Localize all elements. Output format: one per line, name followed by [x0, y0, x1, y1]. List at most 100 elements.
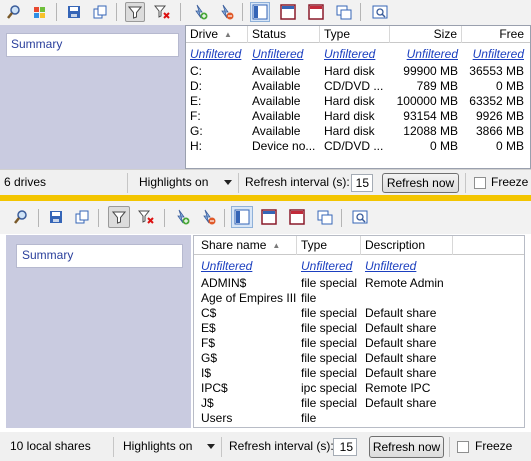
clear-filter-icon[interactable] [152, 2, 172, 22]
description-cell: Default share [365, 366, 437, 380]
table-row[interactable]: F: Available Hard disk 93154 MB 9926 MB [186, 109, 528, 124]
column-header-free[interactable]: Free [462, 26, 528, 43]
description-cell [361, 291, 471, 306]
refresh-now-button[interactable]: Refresh now [369, 436, 444, 458]
table-row[interactable]: C$ file special Default share [194, 306, 471, 321]
table-row[interactable]: C: Available Hard disk 99900 MB 36553 MB [186, 64, 528, 79]
size-cell: 789 MB [416, 79, 458, 93]
copy-icon[interactable] [72, 207, 92, 227]
view-split-icon[interactable] [306, 2, 326, 22]
filter-icon[interactable] [125, 2, 145, 22]
column-header-drive[interactable]: Drive ▲ [186, 26, 248, 43]
properties-icon[interactable] [350, 207, 370, 227]
table-row[interactable]: Age of Empires III file [194, 291, 471, 306]
clear-filter-icon[interactable] [136, 207, 156, 227]
filter-link[interactable]: Unfiltered [297, 259, 361, 274]
shares-sidebar: Summary [6, 235, 191, 428]
chevron-down-icon[interactable] [207, 444, 215, 449]
table-header: Share name ▲ Type Description [194, 236, 524, 255]
refresh-interval-input[interactable]: 15 [333, 438, 357, 456]
status-cell: Available [252, 79, 301, 93]
sort-ascending-icon: ▲ [224, 30, 232, 39]
drive-cell: F: [190, 109, 201, 123]
window-icon[interactable] [334, 2, 354, 22]
table-row[interactable]: H: Device no... CD/DVD ... 0 MB 0 MB [186, 139, 528, 154]
share-name-cell: F$ [201, 336, 216, 350]
shares-pane: Summary Share name ▲ Type Description Unf… [0, 201, 531, 461]
view-sidebar-icon[interactable] [231, 206, 253, 228]
highlights-dropdown[interactable]: Highlights on [139, 170, 208, 196]
table-row[interactable]: G: Available Hard disk 12088 MB 3866 MB [186, 124, 528, 139]
filter-link[interactable]: Unfiltered [320, 47, 390, 62]
table-row[interactable]: E: Available Hard disk 100000 MB 63352 M… [186, 94, 528, 109]
remove-highlight-icon[interactable] [198, 207, 218, 227]
filter-link[interactable]: Unfiltered [194, 259, 297, 274]
column-header-size[interactable]: Size [390, 26, 462, 43]
filter-link[interactable]: Unfiltered [390, 47, 462, 62]
filter-link[interactable]: Unfiltered [462, 47, 528, 62]
status-cell: Available [252, 109, 301, 123]
description-cell: Default share [365, 336, 437, 350]
table-header: Drive ▲ Status Type Size Free [186, 26, 530, 43]
filter-link[interactable]: Unfiltered [361, 259, 453, 274]
summary-panel[interactable]: Summary [6, 33, 179, 57]
drive-cell: D: [190, 79, 202, 93]
share-name-cell: E$ [201, 321, 216, 335]
freeze-checkbox[interactable] [474, 177, 486, 189]
drive-cell: G: [190, 124, 203, 138]
view-single-icon[interactable] [259, 207, 279, 227]
type-cell: file special [301, 366, 358, 380]
add-highlight-icon[interactable] [190, 2, 210, 22]
description-cell: Remote IPC [365, 381, 431, 395]
type-cell: file special [301, 276, 358, 290]
drive-cell: H: [190, 139, 202, 153]
status-cell: Device no... [252, 139, 316, 153]
properties-icon[interactable] [370, 2, 390, 22]
view-split-icon[interactable] [287, 207, 307, 227]
refresh-interval-label: Refresh interval (s): [245, 175, 350, 189]
shares-status-bar: 10 local shares Highlights on Refresh in… [0, 432, 531, 461]
description-cell: Default share [365, 351, 437, 365]
highlights-dropdown[interactable]: Highlights on [123, 434, 192, 460]
size-cell: 93154 MB [403, 109, 458, 123]
table-row[interactable]: E$ file special Default share [194, 321, 471, 336]
windows-logo-icon[interactable] [30, 2, 50, 22]
table-row[interactable]: I$ file special Default share [194, 366, 471, 381]
column-header-share-name[interactable]: Share name ▲ [194, 236, 297, 255]
share-name-cell: Users [201, 411, 233, 425]
description-cell: Remote Admin [365, 276, 444, 290]
table-row[interactable]: IPC$ ipc special Remote IPC [194, 381, 471, 396]
share-name-cell: G$ [201, 351, 218, 365]
freeze-checkbox[interactable] [457, 441, 469, 453]
status-cell: Available [252, 94, 301, 108]
summary-panel[interactable]: Summary [16, 244, 183, 268]
table-row[interactable]: J$ file special Default share [194, 396, 471, 411]
column-header-type[interactable]: Type [320, 26, 390, 43]
copy-icon[interactable] [90, 2, 110, 22]
table-row[interactable]: Users file [194, 411, 471, 426]
column-header-description[interactable]: Description [361, 236, 453, 255]
table-row[interactable]: ADMIN$ file special Remote Admin [194, 276, 471, 291]
filter-icon[interactable] [108, 206, 130, 228]
table-row[interactable]: D: Available CD/DVD ... 789 MB 0 MB [186, 79, 528, 94]
save-icon[interactable] [46, 207, 66, 227]
column-header-type[interactable]: Type [297, 236, 361, 255]
save-icon[interactable] [64, 2, 84, 22]
drive-cell: E: [190, 94, 202, 108]
type-cell: Hard disk [324, 124, 375, 138]
search-icon[interactable] [11, 207, 31, 227]
view-sidebar-icon[interactable] [250, 2, 270, 22]
remove-highlight-icon[interactable] [216, 2, 236, 22]
filter-link[interactable]: Unfiltered [248, 47, 320, 62]
table-row[interactable]: F$ file special Default share [194, 336, 471, 351]
table-row[interactable]: G$ file special Default share [194, 351, 471, 366]
refresh-now-button[interactable]: Refresh now [382, 173, 459, 193]
refresh-interval-input[interactable]: 15 [351, 174, 373, 192]
chevron-down-icon[interactable] [224, 180, 232, 185]
search-icon[interactable] [4, 2, 24, 22]
view-single-icon[interactable] [278, 2, 298, 22]
column-header-status[interactable]: Status [248, 26, 320, 43]
add-highlight-icon[interactable] [172, 207, 192, 227]
window-icon[interactable] [315, 207, 335, 227]
filter-link[interactable]: Unfiltered [186, 47, 248, 62]
